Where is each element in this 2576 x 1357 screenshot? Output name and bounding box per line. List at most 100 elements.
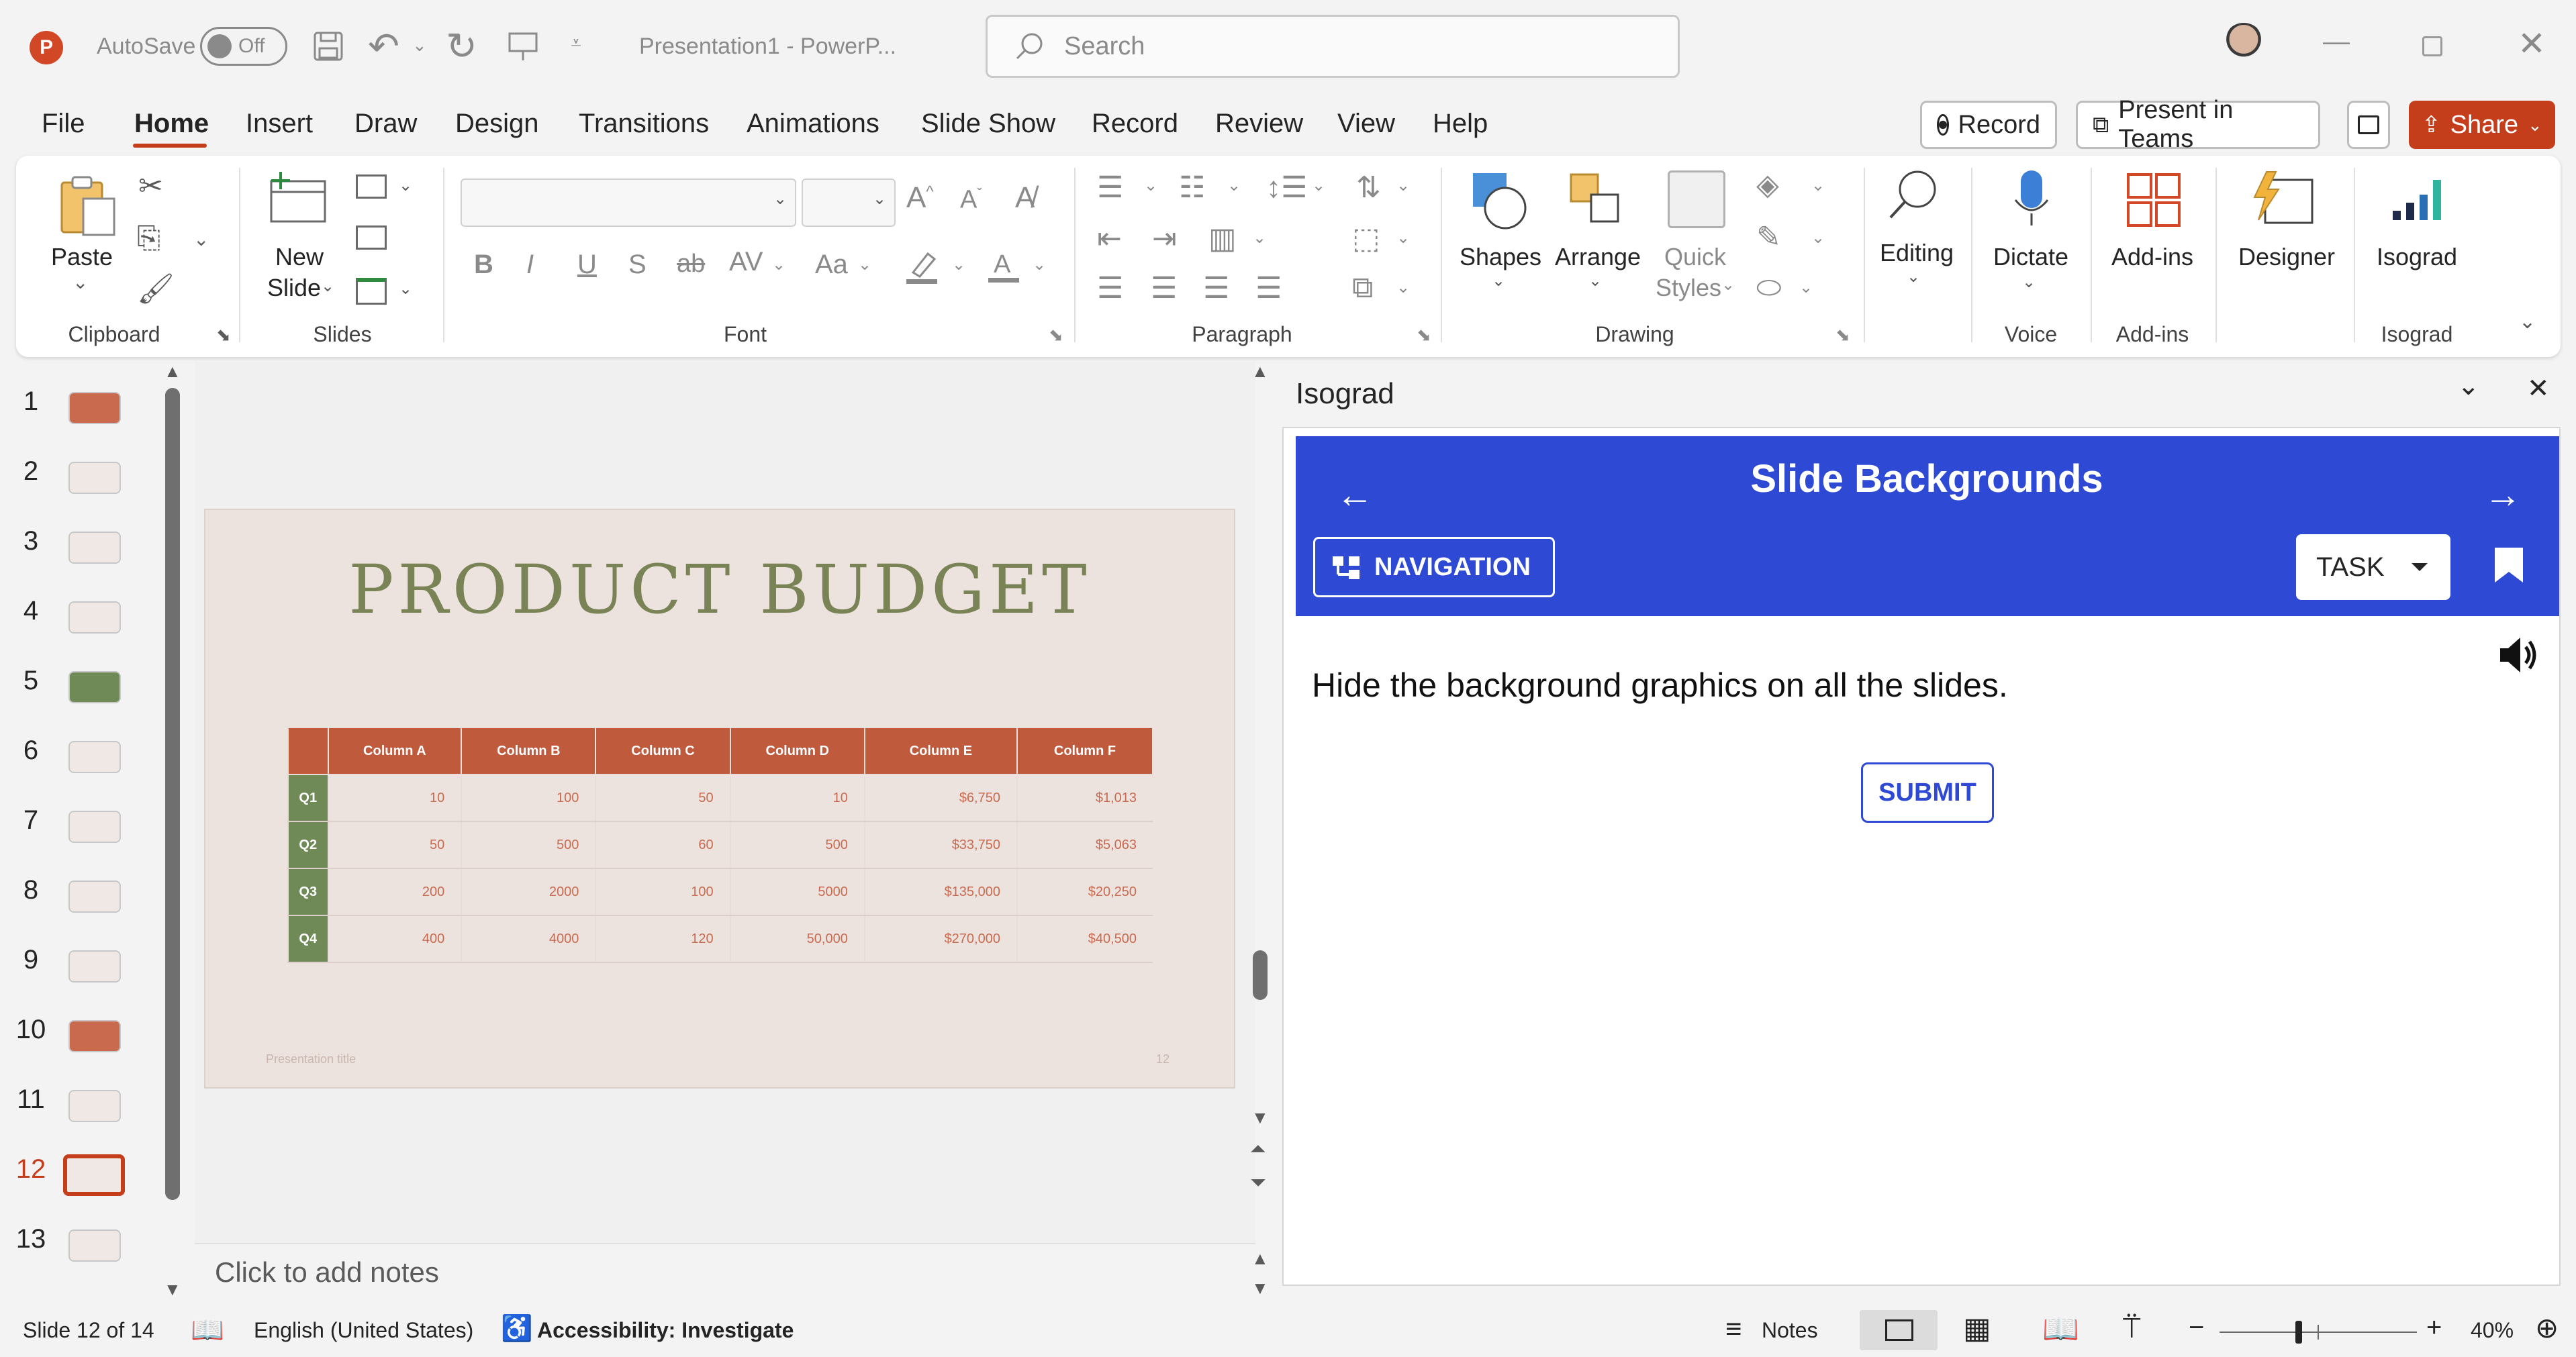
previous-slide-icon[interactable]: ⏶: [1250, 1138, 1266, 1161]
layout-icon[interactable]: [356, 174, 387, 199]
font-name-select[interactable]: [461, 179, 796, 227]
slide-thumbnail[interactable]: [68, 392, 121, 424]
change-case-icon[interactable]: Aa: [815, 250, 848, 280]
close-icon[interactable]: ✕: [2527, 373, 2550, 404]
italic-icon[interactable]: I: [526, 250, 534, 280]
notes-area[interactable]: Click to add notes: [195, 1243, 1255, 1303]
add-ins-icon[interactable]: [2126, 172, 2182, 228]
copy-icon[interactable]: ⎘: [137, 221, 160, 255]
zoom-level[interactable]: 40%: [2471, 1318, 2514, 1343]
chevron-down-icon[interactable]: ⌄: [1033, 255, 1046, 274]
increase-indent-icon[interactable]: ⇥: [1152, 221, 1177, 256]
align-left-icon[interactable]: ☰: [1097, 271, 1123, 305]
notes-toggle[interactable]: Notes: [1762, 1318, 1818, 1343]
chevron-down-icon[interactable]: ⌄: [73, 271, 88, 293]
designer-icon[interactable]: [2250, 170, 2315, 228]
scroll-down-icon[interactable]: ▼: [1251, 1107, 1269, 1128]
chevron-down-icon[interactable]: ⌄: [321, 277, 334, 296]
bullets-icon[interactable]: ☰: [1097, 170, 1123, 205]
quick-styles-label-1[interactable]: Quick: [1652, 243, 1739, 271]
shape-outline-icon[interactable]: ✎: [1756, 220, 1781, 254]
scroll-down-icon[interactable]: ▼: [1251, 1278, 1269, 1299]
editing-button[interactable]: Editing: [1873, 239, 1960, 267]
slide-thumbnail[interactable]: [68, 950, 121, 983]
submit-button[interactable]: SUBMIT: [1861, 762, 1994, 823]
clear-formatting-icon[interactable]: A̸: [1015, 181, 1035, 215]
slide-thumbnail[interactable]: [68, 881, 121, 913]
align-center-icon[interactable]: ☰: [1151, 271, 1177, 305]
slide-thumbnail[interactable]: [68, 601, 121, 634]
chevron-down-icon[interactable]: ⌄: [858, 255, 871, 274]
bold-icon[interactable]: B: [474, 250, 493, 280]
isograd-logo-icon[interactable]: [2391, 176, 2445, 224]
isograd-button[interactable]: Isograd: [2370, 243, 2464, 271]
redo-icon[interactable]: ↻: [446, 24, 477, 68]
arrange-button[interactable]: Arrange: [1551, 243, 1645, 271]
tab-draw[interactable]: Draw: [354, 109, 417, 142]
tab-review[interactable]: Review: [1215, 109, 1303, 142]
back-arrow-icon[interactable]: ←: [1336, 472, 1374, 516]
decrease-font-size-icon[interactable]: Aˇ: [960, 185, 982, 215]
chevron-down-icon[interactable]: ⌄: [1588, 271, 1602, 291]
tab-file[interactable]: File: [42, 109, 85, 142]
bookmark-icon[interactable]: [2493, 546, 2524, 584]
next-slide-icon[interactable]: ⏷: [1250, 1172, 1266, 1195]
search-box[interactable]: Search: [986, 15, 1680, 78]
shape-effects-icon[interactable]: ⬭: [1756, 271, 1782, 305]
add-ins-button[interactable]: Add-ins: [2105, 243, 2199, 271]
columns-icon[interactable]: ▥: [1208, 221, 1237, 256]
tab-slide-show[interactable]: Slide Show: [921, 109, 1055, 142]
chevron-down-icon[interactable]: ⌄: [2457, 370, 2480, 401]
chevron-down-icon[interactable]: ⌄: [1811, 228, 1825, 248]
underline-icon[interactable]: U: [577, 250, 597, 280]
dialog-launcher-icon[interactable]: ⬊: [1835, 325, 1850, 346]
tab-record[interactable]: Record: [1092, 109, 1178, 142]
numbering-icon[interactable]: ☷: [1179, 170, 1205, 205]
customize-toolbar-icon[interactable]: ⩡: [571, 32, 581, 54]
minimize-icon[interactable]: —: [2323, 27, 2350, 57]
tab-help[interactable]: Help: [1433, 109, 1488, 142]
arrange-icon[interactable]: [1568, 172, 1629, 232]
slide-title[interactable]: PRODUCT BUDGET: [204, 550, 1235, 629]
slide-thumbnail[interactable]: [68, 462, 121, 494]
zoom-in-icon[interactable]: +: [2426, 1313, 2442, 1343]
speaker-icon[interactable]: [2497, 635, 2538, 675]
comments-button[interactable]: [2347, 101, 2390, 149]
chevron-down-icon[interactable]: ⌄: [399, 176, 412, 195]
paste-icon[interactable]: [58, 176, 118, 236]
shape-fill-icon[interactable]: ◈: [1756, 168, 1779, 202]
accessibility-icon[interactable]: ♿: [501, 1314, 532, 1344]
tab-animations[interactable]: Animations: [747, 109, 879, 142]
quick-styles-icon[interactable]: [1668, 170, 1725, 228]
forward-arrow-icon[interactable]: →: [2484, 472, 2522, 516]
slideshow-view-icon[interactable]: ⍡: [2123, 1311, 2140, 1345]
save-icon[interactable]: [313, 31, 344, 62]
designer-button[interactable]: Designer: [2233, 243, 2340, 271]
chevron-down-icon[interactable]: ⌄: [1907, 267, 1920, 287]
increase-font-size-icon[interactable]: A^: [906, 181, 934, 215]
normal-view-icon[interactable]: [1860, 1310, 1938, 1350]
tab-insert[interactable]: Insert: [246, 109, 313, 142]
chevron-down-icon[interactable]: ⌄: [399, 279, 412, 299]
chevron-down-icon[interactable]: ⌄: [1144, 176, 1157, 195]
chevron-down-icon[interactable]: ⌄: [412, 35, 427, 56]
editor-scrollbar-thumb[interactable]: [1253, 950, 1268, 1000]
slide-thumbnail[interactable]: [68, 671, 121, 703]
dialog-launcher-icon[interactable]: ⬊: [216, 325, 231, 346]
slide-thumbnail[interactable]: [68, 1229, 121, 1262]
chevron-down-icon[interactable]: ⌄: [1396, 228, 1410, 248]
scroll-up-icon[interactable]: ▲: [164, 361, 181, 382]
chevron-down-icon[interactable]: ⌄: [1721, 275, 1735, 295]
zoom-out-icon[interactable]: −: [2189, 1313, 2204, 1343]
chevron-down-icon[interactable]: ⌄: [1396, 278, 1410, 297]
notes-toggle-icon[interactable]: ≡: [1725, 1313, 1742, 1345]
undo-icon[interactable]: ↶: [368, 24, 399, 68]
navigation-button[interactable]: NAVIGATION: [1313, 537, 1555, 597]
shapes-button[interactable]: Shapes: [1457, 243, 1544, 271]
chevron-down-icon[interactable]: ⌄: [952, 255, 965, 274]
line-spacing-icon[interactable]: ↕☰: [1266, 170, 1307, 205]
shapes-icon[interactable]: [1470, 170, 1531, 231]
slide-thumbnail[interactable]: [68, 1090, 121, 1122]
align-text-icon[interactable]: ⬚: [1352, 221, 1380, 256]
reading-view-icon[interactable]: 📖: [2042, 1311, 2079, 1346]
